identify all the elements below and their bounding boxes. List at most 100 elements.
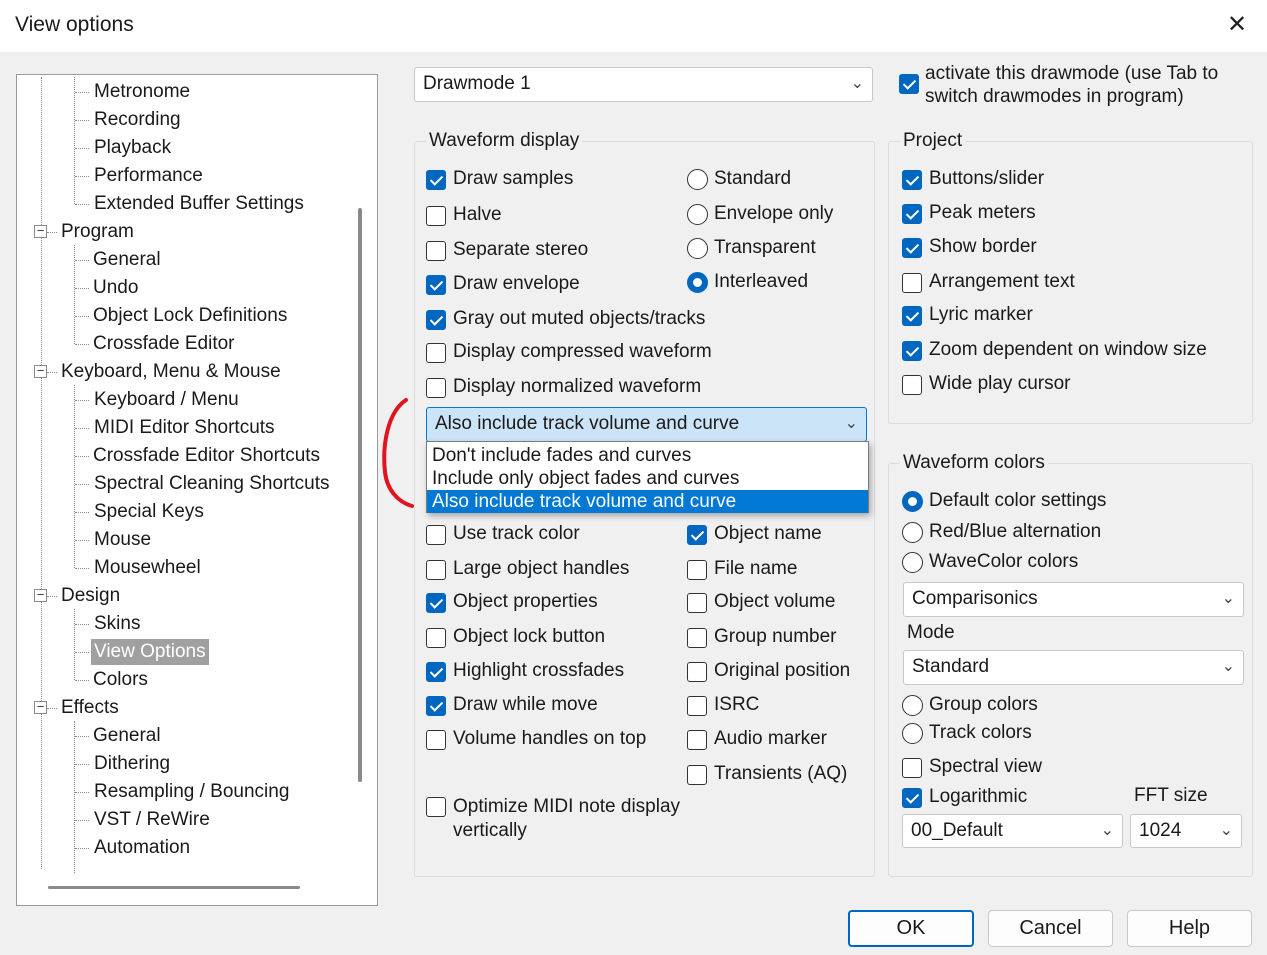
track-colors-radio[interactable]: [902, 723, 923, 744]
show-border-checkbox[interactable]: [902, 238, 922, 258]
object-volume-checkbox[interactable]: [687, 593, 707, 613]
object-properties-checkbox[interactable]: [426, 593, 446, 613]
isrc-label: ISRC: [714, 694, 760, 715]
color-scheme-select[interactable]: Comparisonics ⌄: [903, 582, 1244, 617]
tree-item-midi-shortcuts[interactable]: MIDI Editor Shortcuts: [94, 415, 275, 441]
lyric-marker-checkbox[interactable]: [902, 306, 922, 326]
halve-checkbox[interactable]: [426, 206, 446, 226]
tree-item-playback[interactable]: Playback: [94, 135, 171, 161]
fades-option-none[interactable]: Don't include fades and curves: [427, 444, 868, 467]
group-number-checkbox[interactable]: [687, 628, 707, 648]
interleaved-radio[interactable]: [687, 272, 708, 293]
activate-drawmode-checkbox[interactable]: [899, 74, 919, 94]
fades-curves-select[interactable]: Also include track volume and curve ⌄: [426, 407, 867, 442]
tree-item-general[interactable]: General: [93, 247, 161, 273]
red-blue-radio[interactable]: [902, 522, 923, 543]
tree-item-performance[interactable]: Performance: [94, 163, 203, 189]
collapse-icon[interactable]: −: [34, 588, 47, 602]
tree-item-recording[interactable]: Recording: [94, 107, 181, 133]
collapse-icon[interactable]: −: [34, 224, 47, 238]
tree-item-special-keys[interactable]: Special Keys: [94, 499, 204, 525]
arrangement-text-checkbox[interactable]: [902, 273, 922, 293]
transparent-radio[interactable]: [687, 238, 708, 259]
standard-radio[interactable]: [687, 169, 708, 190]
mode-label: Mode: [907, 622, 955, 643]
tree-item-skins[interactable]: Skins: [94, 611, 140, 637]
mode-select[interactable]: Standard ⌄: [903, 650, 1244, 685]
window-title: View options: [15, 13, 134, 36]
ok-button[interactable]: OK: [848, 910, 974, 947]
original-position-checkbox[interactable]: [687, 662, 707, 682]
buttons-slider-checkbox[interactable]: [902, 170, 922, 190]
close-icon[interactable]: ✕: [1222, 10, 1252, 40]
tree-item-keyboard-menu-mouse[interactable]: Keyboard, Menu & Mouse: [61, 359, 281, 385]
tree-item-object-lock[interactable]: Object Lock Definitions: [93, 303, 287, 329]
file-name-checkbox[interactable]: [687, 560, 707, 580]
gray-out-muted-label: Gray out muted objects/tracks: [453, 308, 706, 329]
tree-item-design[interactable]: Design: [61, 583, 120, 609]
default-color-radio[interactable]: [902, 491, 923, 512]
file-name-label: File name: [714, 558, 798, 579]
tree-item-spectral-shortcuts[interactable]: Spectral Cleaning Shortcuts: [94, 471, 330, 497]
object-lock-button-checkbox[interactable]: [426, 628, 446, 648]
separate-stereo-checkbox[interactable]: [426, 241, 446, 261]
tree-horizontal-scrollbar[interactable]: [48, 886, 300, 889]
fades-option-object-only[interactable]: Include only object fades and curves: [427, 467, 868, 490]
collapse-icon[interactable]: −: [34, 364, 47, 378]
spectral-view-checkbox[interactable]: [902, 758, 922, 778]
volume-handles-on-top-checkbox[interactable]: [426, 730, 446, 750]
tree-item-dithering[interactable]: Dithering: [94, 751, 170, 777]
tree-item-resampling[interactable]: Resampling / Bouncing: [94, 779, 289, 805]
display-normalized-checkbox[interactable]: [426, 378, 446, 398]
zoom-dependent-checkbox[interactable]: [902, 341, 922, 361]
display-compressed-checkbox[interactable]: [426, 343, 446, 363]
optimize-midi-checkbox[interactable]: [426, 797, 446, 817]
tree-item-mousewheel[interactable]: Mousewheel: [94, 555, 201, 581]
tree-item-program[interactable]: Program: [61, 219, 134, 245]
fft-size-select[interactable]: 1024 ⌄: [1130, 814, 1242, 848]
preset-select[interactable]: 00_Default ⌄: [902, 814, 1123, 848]
tree-item-vst-rewire[interactable]: VST / ReWire: [94, 807, 210, 833]
peak-meters-checkbox[interactable]: [902, 204, 922, 224]
tree-item-effects[interactable]: Effects: [61, 695, 119, 721]
audio-marker-checkbox[interactable]: [687, 730, 707, 750]
isrc-checkbox[interactable]: [687, 696, 707, 716]
tree-item-undo[interactable]: Undo: [93, 275, 138, 301]
logarithmic-checkbox[interactable]: [902, 788, 922, 808]
object-name-checkbox[interactable]: [687, 525, 707, 545]
collapse-icon[interactable]: −: [34, 700, 47, 714]
tree-item-colors[interactable]: Colors: [93, 667, 148, 693]
tree-item-crossfade-shortcuts[interactable]: Crossfade Editor Shortcuts: [93, 443, 320, 469]
envelope-only-radio[interactable]: [687, 204, 708, 225]
draw-while-move-checkbox[interactable]: [426, 696, 446, 716]
highlight-crossfades-checkbox[interactable]: [426, 662, 446, 682]
cancel-button[interactable]: Cancel: [988, 910, 1113, 947]
tree-item-extended-buffer[interactable]: Extended Buffer Settings: [94, 191, 304, 217]
waveform-colors-title: Waveform colors: [900, 452, 1048, 474]
tree-item-effects-general[interactable]: General: [93, 723, 161, 749]
use-track-color-checkbox[interactable]: [426, 525, 446, 545]
draw-envelope-checkbox[interactable]: [426, 275, 446, 295]
draw-samples-checkbox[interactable]: [426, 170, 446, 190]
display-compressed-label: Display compressed waveform: [453, 341, 712, 362]
lyric-marker-label: Lyric marker: [929, 304, 1033, 325]
peak-meters-label: Peak meters: [929, 202, 1036, 223]
fades-option-track-volume[interactable]: Also include track volume and curve: [427, 490, 868, 513]
drawmode-select[interactable]: Drawmode 1 ⌄: [414, 67, 873, 102]
help-button[interactable]: Help: [1127, 910, 1252, 947]
tree-vertical-scrollbar[interactable]: [358, 208, 362, 782]
tree-item-mouse[interactable]: Mouse: [94, 527, 151, 553]
gray-out-muted-checkbox[interactable]: [426, 310, 446, 330]
wavecolor-radio[interactable]: [902, 552, 923, 573]
tree-item-view-options[interactable]: View Options: [91, 639, 209, 665]
tree-item-keyboard-menu[interactable]: Keyboard / Menu: [94, 387, 239, 413]
tree-item-automation[interactable]: Automation: [94, 835, 190, 861]
group-colors-radio[interactable]: [902, 695, 923, 716]
tree-item-metronome[interactable]: Metronome: [94, 79, 190, 105]
separate-stereo-label: Separate stereo: [453, 239, 589, 260]
transients-checkbox[interactable]: [687, 765, 707, 785]
wide-play-cursor-checkbox[interactable]: [902, 375, 922, 395]
large-object-handles-checkbox[interactable]: [426, 560, 446, 580]
title-bar: [0, 0, 1267, 52]
tree-item-crossfade-editor[interactable]: Crossfade Editor: [93, 331, 235, 357]
